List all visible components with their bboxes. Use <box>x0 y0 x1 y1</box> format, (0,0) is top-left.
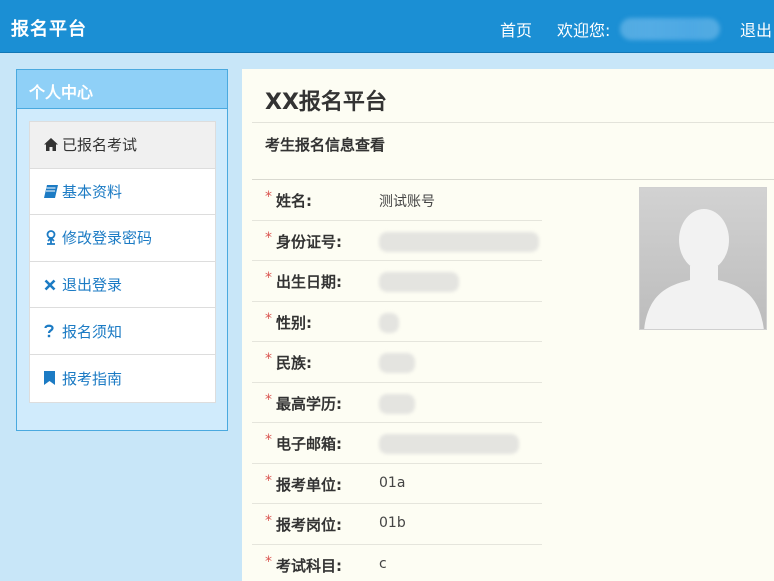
field-value: 测试账号 <box>379 194 435 210</box>
field-label: 姓名: <box>276 192 312 210</box>
field-row-position: * 报考岗位: 01b <box>252 504 542 545</box>
required-mark: * <box>265 310 272 327</box>
field-row-gender: * 性别: <box>252 302 542 342</box>
divider <box>252 122 774 123</box>
redacted-value <box>379 393 415 414</box>
field-label: 电子邮箱: <box>276 435 342 453</box>
sidebar-item-registered-exams[interactable]: 已报名考试 <box>30 122 215 169</box>
page-title: XX报名平台 <box>265 90 387 115</box>
sidebar-item-basic-info[interactable]: 基本资料 <box>30 169 215 216</box>
avatar <box>639 187 767 330</box>
field-row-ethnicity: * 民族: <box>252 342 542 383</box>
sidebar-item-registration-notice[interactable]: 报名须知 <box>30 308 215 355</box>
sidebar-title: 个人中心 <box>17 70 227 109</box>
required-mark: * <box>265 270 272 286</box>
home-icon <box>44 138 60 152</box>
welcome-text: 欢迎您: <box>557 21 611 40</box>
top-navbar: 报名平台 首页 欢迎您: 退出 <box>0 0 774 53</box>
sidebar-item-logout[interactable]: 退出登录 <box>30 262 215 309</box>
redacted-value <box>379 231 539 252</box>
username-redacted[interactable] <box>620 18 720 40</box>
field-label: 考试科目: <box>276 556 342 575</box>
section-title: 考生报名信息查看 <box>265 136 386 154</box>
required-mark: * <box>265 432 272 448</box>
redacted-value <box>379 353 415 373</box>
sidebar-panel: 个人中心 已报名考试 基本资料 修改登录密码 退出登录 报名须知 报考指南 <box>16 69 228 431</box>
required-mark: * <box>265 351 272 367</box>
field-label: 报考岗位: <box>276 516 342 534</box>
redacted-value <box>379 272 459 292</box>
field-label: 最高学历: <box>276 394 342 413</box>
sidebar-item-label: 报考指南 <box>62 369 123 388</box>
field-label: 报考单位: <box>276 475 342 494</box>
question-icon <box>44 324 60 338</box>
redacted-value <box>379 312 399 333</box>
sidebar-item-label: 已报名考试 <box>62 136 138 155</box>
main-panel: XX报名平台 考生报名信息查看 * 姓名: 测试账号 * 身份证号: * 出生日… <box>242 69 774 581</box>
sidebar-item-label: 基本资料 <box>62 182 123 201</box>
required-mark: * <box>265 472 272 489</box>
field-value: c <box>379 555 387 572</box>
sidebar-item-label: 退出登录 <box>62 276 123 295</box>
required-mark: * <box>265 513 272 529</box>
field-row-email: * 电子邮箱: <box>252 423 542 464</box>
sidebar-item-label: 报名须知 <box>62 322 123 341</box>
field-row-id-number: * 身份证号: <box>252 221 542 261</box>
key-icon <box>44 230 60 246</box>
field-label: 民族: <box>276 354 312 372</box>
sidebar-menu: 已报名考试 基本资料 修改登录密码 退出登录 报名须知 报考指南 <box>29 121 216 403</box>
field-row-subject: * 考试科目: c <box>252 545 542 581</box>
field-value: 01b <box>379 515 406 531</box>
nav-logout-link[interactable]: 退出 <box>740 17 772 41</box>
nav-home-link[interactable]: 首页 <box>500 17 532 41</box>
close-icon <box>44 279 60 291</box>
sidebar-item-label: 修改登录密码 <box>62 229 153 248</box>
required-mark: * <box>265 553 272 570</box>
field-label: 身份证号: <box>276 232 342 251</box>
required-mark: * <box>265 229 272 246</box>
field-row-unit: * 报考单位: 01a <box>252 464 542 504</box>
book-icon <box>44 184 60 198</box>
field-label: 性别: <box>276 313 312 332</box>
required-mark: * <box>265 391 272 408</box>
redacted-value <box>379 434 519 454</box>
field-row-birth-date: * 出生日期: <box>252 261 542 302</box>
brand-title[interactable]: 报名平台 <box>11 15 87 41</box>
field-value: 01a <box>379 474 406 491</box>
field-row-education: * 最高学历: <box>252 383 542 423</box>
field-label: 出生日期: <box>276 273 342 291</box>
sidebar-item-change-password[interactable]: 修改登录密码 <box>30 215 215 262</box>
bookmark-icon <box>44 371 60 386</box>
field-row-name: * 姓名: 测试账号 <box>252 180 542 221</box>
sidebar-item-exam-guide[interactable]: 报考指南 <box>30 355 215 402</box>
required-mark: * <box>265 189 272 205</box>
